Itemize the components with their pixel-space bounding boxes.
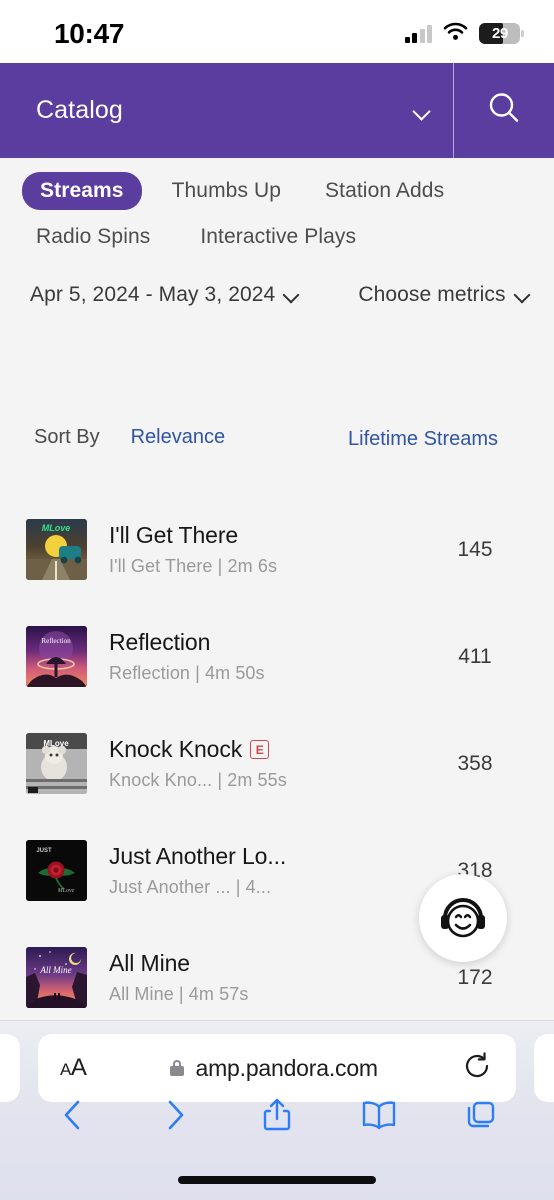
filter-row: Apr 5, 2024 - May 3, 2024 Choose metrics [0, 283, 554, 307]
tab-interactive-plays[interactable]: Interactive Plays [186, 218, 370, 256]
lock-icon [170, 1060, 185, 1076]
track-stream-count: 358 [457, 751, 493, 775]
metric-column-header[interactable]: Lifetime Streams [348, 428, 498, 451]
date-range-picker[interactable]: Apr 5, 2024 - May 3, 2024 [30, 283, 298, 307]
svg-text:MLove: MLove [42, 523, 71, 533]
tab-station-adds[interactable]: Station Adds [311, 172, 458, 210]
table-row[interactable]: MLove I'll Get There I'll Get There | 2m… [0, 496, 554, 603]
album-art-ill-get-there: MLove [26, 519, 87, 580]
home-indicator [178, 1176, 376, 1184]
battery-level: 29 [492, 25, 508, 42]
metric-tabs-row-1: Streams Thumbs Up Station Adds [22, 172, 554, 210]
app-header: Catalog [0, 63, 554, 158]
reload-icon[interactable] [462, 1051, 492, 1086]
date-range-label: Apr 5, 2024 - May 3, 2024 [30, 283, 276, 306]
track-stream-count: 172 [457, 965, 493, 989]
track-title: I'll Get There [109, 522, 239, 548]
safari-toolbar [0, 1090, 554, 1144]
search-icon [485, 89, 523, 132]
tabs-icon [465, 1099, 497, 1136]
forward-button[interactable] [148, 1095, 202, 1139]
chevron-down-icon [284, 288, 298, 302]
sort-row: Sort By Relevance Lifetime Streams [0, 426, 554, 451]
battery-icon: 29 [479, 23, 524, 44]
page-title: Catalog [36, 96, 123, 124]
track-title: All Mine [109, 950, 191, 976]
sort-by-value[interactable]: Relevance [131, 426, 226, 449]
back-chevron-icon [60, 1098, 86, 1137]
status-indicators: 29 [404, 22, 524, 46]
safari-browser-chrome: AAAA amp.pandora.com [0, 1020, 554, 1200]
url-text: amp.pandora.com [195, 1054, 378, 1081]
share-icon [262, 1097, 292, 1138]
svg-text:All Mine: All Mine [39, 965, 71, 975]
back-button[interactable] [46, 1095, 100, 1139]
support-chat-button[interactable] [419, 874, 507, 962]
choose-metrics-label: Choose metrics [358, 283, 506, 306]
search-button[interactable] [454, 63, 554, 158]
wifi-icon [443, 22, 468, 46]
metric-tabs: Streams Thumbs Up Station Adds Radio Spi… [0, 158, 554, 256]
album-art-just-another-love-song: JUST MLove [26, 840, 87, 901]
table-row[interactable]: MLove Knock Knock E Knock Kno... | 2m 55… [0, 710, 554, 817]
track-title: Just Another Lo... [109, 843, 287, 869]
sort-by-label: Sort By [34, 426, 100, 448]
url-display[interactable]: amp.pandora.com [170, 1054, 378, 1082]
svg-text:JUST: JUST [36, 848, 52, 854]
svg-text:Reflection: Reflection [41, 637, 71, 645]
book-icon [361, 1100, 397, 1135]
choose-metrics-dropdown[interactable]: Choose metrics [358, 283, 528, 307]
catalog-dropdown[interactable]: Catalog [0, 63, 454, 158]
album-art-reflection: Reflection [26, 626, 87, 687]
track-stream-count: 145 [457, 537, 493, 561]
tab-thumbs-up[interactable]: Thumbs Up [158, 172, 295, 210]
share-button[interactable] [250, 1095, 304, 1139]
metric-tabs-row-2: Radio Spins Interactive Plays [22, 218, 554, 256]
chevron-down-icon [515, 288, 529, 302]
tab-radio-spins[interactable]: Radio Spins [22, 218, 164, 256]
svg-text:MLove: MLove [43, 739, 69, 748]
bookmarks-button[interactable] [352, 1095, 406, 1139]
svg-text:MLove: MLove [57, 888, 75, 894]
table-row[interactable]: Reflection Reflection Reflection | 4m 50… [0, 603, 554, 710]
album-art-all-mine: All Mine [26, 947, 87, 1008]
track-stream-count: 411 [458, 644, 492, 668]
status-bar: 10:47 29 [0, 0, 554, 63]
track-title: Knock Knock [109, 736, 243, 762]
chevron-down-icon [414, 103, 430, 119]
tabs-button[interactable] [454, 1095, 508, 1139]
phone-screen: 10:47 29 Catalog Streams Thumbs Up Stati… [0, 0, 554, 1200]
track-title: Reflection [109, 629, 211, 655]
album-art-knock-knock: MLove [26, 733, 87, 794]
cellular-signal-icon [404, 24, 432, 43]
status-time: 10:47 [54, 17, 125, 49]
forward-chevron-icon [162, 1098, 188, 1137]
headphones-smiley-icon [434, 887, 492, 950]
tab-streams[interactable]: Streams [22, 172, 142, 210]
explicit-badge: E [250, 740, 270, 759]
text-size-button[interactable]: AAAA [60, 1054, 87, 1082]
